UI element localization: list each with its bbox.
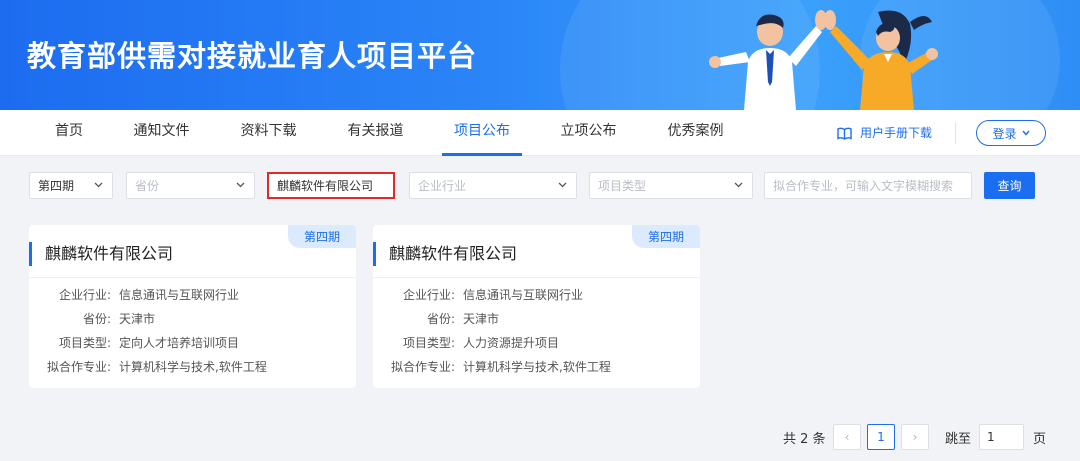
chevron-down-icon [734,182,743,188]
site-title: 教育部供需对接就业育人项目平台 [27,39,478,73]
major-value: 计算机科学与技术,软件工程 [119,360,267,374]
major-search-input[interactable]: 拟合作专业，可输入文字模糊搜索 [764,172,972,199]
nav-divider [955,122,956,144]
user-manual-label: 用户手册下载 [860,126,933,140]
period-select-value: 第四期 [38,179,75,193]
industry-select-placeholder: 企业行业 [418,179,467,193]
login-button[interactable]: 登录 [976,120,1046,146]
next-page-button[interactable]: › [901,424,929,450]
nav-excellent-cases[interactable]: 优秀案例 [667,110,724,156]
user-manual-download[interactable]: 用户手册下载 [837,110,932,156]
info-row-project-type: 项目类型: 定向人才培养培训项目 [29,335,356,351]
project-type-placeholder: 项目类型 [598,179,647,193]
project-card[interactable]: 第四期 麒麟软件有限公司 企业行业: 信息通讯与互联网行业 省份: 天津市 项目… [373,225,700,388]
jump-to-input[interactable]: 1 [979,424,1024,450]
chevron-down-icon [236,182,245,188]
industry-value: 信息通讯与互联网行业 [463,288,584,302]
period-tag: 第四期 [632,225,700,248]
project-type-select[interactable]: 项目类型 [589,172,753,199]
project-type-label: 项目类型: [58,336,111,350]
chevron-down-icon [558,182,567,188]
period-tag: 第四期 [288,225,356,248]
info-row-project-type: 项目类型: 人力资源提升项目 [373,335,700,351]
banner: 教育部供需对接就业育人项目平台 [0,0,1080,110]
info-row-major: 拟合作专业: 计算机科学与技术,软件工程 [29,359,356,375]
info-row-industry: 企业行业: 信息通讯与互联网行业 [29,287,356,303]
major-search-placeholder: 拟合作专业，可输入文字模糊搜索 [773,179,954,193]
province-label: 省份: [82,312,111,326]
major-label: 拟合作专业: [46,360,111,374]
company-search-value: 麒麟软件有限公司 [277,179,374,193]
project-type-value: 人力资源提升项目 [463,336,560,350]
province-value: 天津市 [119,312,156,326]
province-select-placeholder: 省份 [135,179,160,193]
major-value: 计算机科学与技术,软件工程 [463,360,611,374]
company-search-input[interactable]: 麒麟软件有限公司 [267,172,395,199]
province-select[interactable]: 省份 [126,172,255,199]
nav-notices[interactable]: 通知文件 [133,110,190,156]
industry-select[interactable]: 企业行业 [409,172,577,199]
province-value: 天津市 [463,312,500,326]
nav-downloads[interactable]: 资料下载 [240,110,297,156]
nav-approved-projects[interactable]: 立项公布 [560,110,617,156]
industry-label: 企业行业: [58,288,111,302]
nav-home[interactable]: 首页 [54,110,84,156]
chevron-right-icon: › [912,430,918,444]
jump-to-label: 跳至 [945,432,972,447]
main-nav: 首页 通知文件 资料下载 有关报道 项目公布 立项公布 优秀案例 用户手册下载 … [0,110,1080,156]
login-label: 登录 [992,126,1017,141]
card-divider [29,277,356,278]
high-five-illustration [709,10,938,110]
pagination-total: 共 2 条 [783,432,826,447]
info-row-province: 省份: 天津市 [29,311,356,327]
project-type-label: 项目类型: [402,336,455,350]
major-label: 拟合作专业: [390,360,455,374]
jump-to-value: 1 [987,430,995,444]
info-row-province: 省份: 天津市 [373,311,700,327]
page-unit-label: 页 [1033,432,1047,447]
period-select[interactable]: 第四期 [29,172,113,199]
nav-reports[interactable]: 有关报道 [347,110,404,156]
chevron-down-icon [94,182,103,188]
nav-projects-published[interactable]: 项目公布 [442,110,522,156]
info-row-major: 拟合作专业: 计算机科学与技术,软件工程 [373,359,700,375]
search-button[interactable]: 查询 [984,172,1035,199]
project-card[interactable]: 第四期 麒麟软件有限公司 企业行业: 信息通讯与互联网行业 省份: 天津市 项目… [29,225,356,388]
card-divider [373,277,700,278]
province-label: 省份: [426,312,455,326]
book-icon [837,127,852,140]
chevron-down-icon [1021,130,1030,136]
project-type-value: 定向人才培养培训项目 [119,336,240,350]
page-number-current[interactable]: 1 [867,424,895,450]
industry-value: 信息通讯与互联网行业 [119,288,240,302]
info-row-industry: 企业行业: 信息通讯与互联网行业 [373,287,700,303]
industry-label: 企业行业: [402,288,455,302]
company-name: 麒麟软件有限公司 [29,242,173,266]
chevron-left-icon: ‹ [844,430,850,444]
prev-page-button[interactable]: ‹ [833,424,861,450]
company-name: 麒麟软件有限公司 [373,242,517,266]
